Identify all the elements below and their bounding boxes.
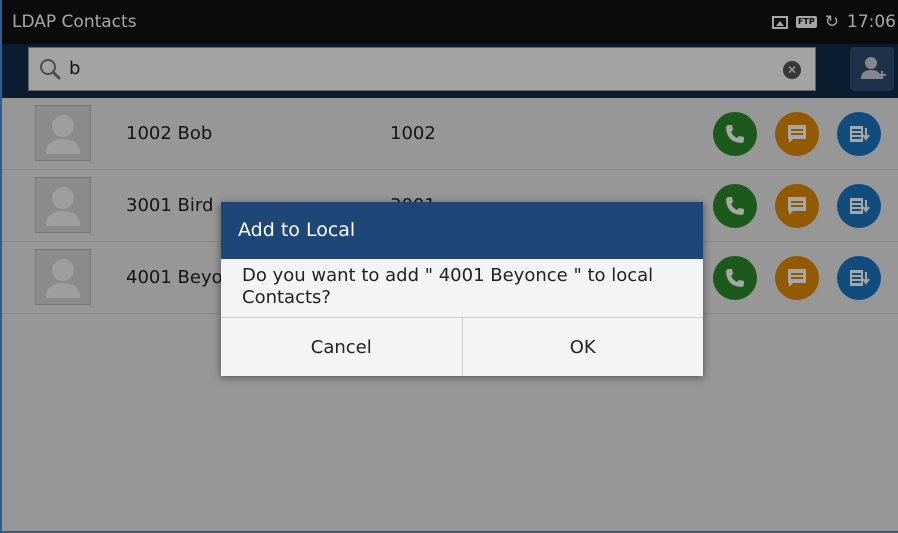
dialog-message: Do you want to add " 4001 Beyonce " to l… xyxy=(242,265,654,308)
add-to-local-dialog: Add to Local Do you want to add " 4001 B… xyxy=(221,202,703,376)
dialog-header: Add to Local xyxy=(221,202,703,259)
dialog-button-bar: Cancel OK xyxy=(221,317,703,376)
ldap-contacts-screen: LDAP Contacts FTP ↻ 17:06 b ✕ 1002 Bob 1… xyxy=(0,0,898,533)
dialog-title: Add to Local xyxy=(238,219,356,241)
ok-button[interactable]: OK xyxy=(461,318,703,376)
cancel-button[interactable]: Cancel xyxy=(221,318,462,376)
